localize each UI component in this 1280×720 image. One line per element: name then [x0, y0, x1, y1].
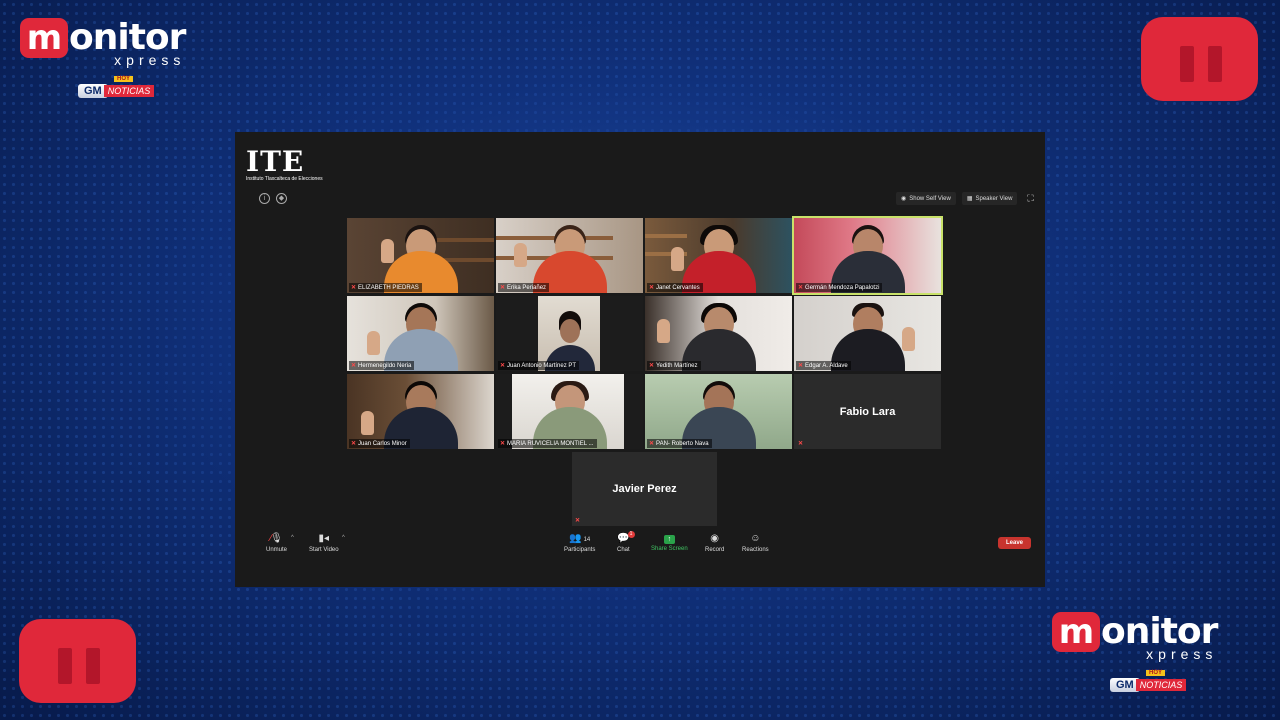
chevron-up-icon[interactable]: ^	[342, 535, 345, 541]
video-off-icon: ▮◂	[318, 533, 330, 544]
mic-off-icon: ✕	[351, 285, 357, 291]
mic-off-icon: ✕	[351, 363, 357, 369]
mic-muted-icon: 🎙 ⁄	[270, 533, 283, 544]
participant-tile[interactable]: ✕ Yedith Martínez	[645, 296, 792, 371]
leave-button[interactable]: Leave	[998, 537, 1032, 549]
chevron-up-icon[interactable]: ^	[291, 535, 294, 541]
meeting-info-icons: i ◆	[259, 193, 287, 204]
mic-off-icon: ✕	[798, 441, 804, 447]
mic-off-icon: ✕	[649, 363, 655, 369]
mic-off-icon: ✕	[649, 441, 655, 447]
start-video-button[interactable]: ▮◂ Start Video	[309, 533, 339, 553]
participant-tile[interactable]: ✕ Erika Periañez	[496, 218, 643, 293]
reactions-button[interactable]: ☺ Reactions	[742, 533, 769, 553]
eye-icon: ◉	[901, 196, 907, 202]
record-icon: ◉	[710, 533, 720, 544]
mic-off-icon: ✕	[649, 285, 655, 291]
participant-grid: ✕ ELIZABETH PIEDRAS ✕ Erika Periañez ✕ Jane…	[347, 216, 943, 449]
participant-tile[interactable]: ✕ ELIZABETH PIEDRAS	[347, 218, 494, 293]
mic-off-icon: ✕	[575, 518, 581, 524]
mic-off-icon: ✕	[798, 285, 804, 291]
participants-icon: 👥 14	[569, 533, 591, 544]
m-logo-icon-top-right	[1141, 17, 1258, 101]
chat-icon: 💬 1	[617, 531, 635, 545]
chat-button[interactable]: 💬 1 Chat	[617, 531, 635, 553]
unmute-button[interactable]: 🎙 ⁄ Unmute	[266, 533, 287, 553]
participant-tile[interactable]: ✕ Edgar A. Aldave	[794, 296, 941, 371]
participant-tile-active[interactable]: ✕ Germán Mendoza Papalotzi	[792, 216, 943, 295]
show-self-view-button[interactable]: ◉ Show Self View	[896, 192, 956, 205]
participant-tile[interactable]: ✕ Janet Cervantes	[645, 218, 792, 293]
gm-noticias-badge-top: HOY GM NOTICIAS	[78, 76, 155, 98]
mic-off-icon: ✕	[351, 441, 357, 447]
fullscreen-icon[interactable]: ⛶	[1027, 193, 1033, 204]
share-screen-icon: ↑	[663, 535, 675, 544]
mic-off-icon: ✕	[500, 441, 506, 447]
participant-tile-no-video[interactable]: Fabio Lara ✕	[794, 374, 941, 449]
speaker-view-icon: ▦	[966, 196, 973, 202]
record-button[interactable]: ◉ Record	[705, 533, 724, 553]
brand-logo-bottom-right: m onitor xpress	[1052, 612, 1218, 662]
m-logo-icon-bottom-left	[19, 619, 136, 703]
reactions-icon: ☺	[750, 533, 761, 544]
info-icon[interactable]: i	[259, 193, 270, 204]
share-screen-button[interactable]: ↑ Share Screen	[651, 533, 688, 552]
participant-tile[interactable]: ✕ Hermenegildo Neria	[347, 296, 494, 371]
participant-tile[interactable]: ✕ MARIA RUVICELIA MONTIEL ...	[496, 374, 643, 449]
view-controls: ◉ Show Self View ▦ Speaker View ⛶	[896, 192, 1034, 205]
mic-off-icon: ✕	[798, 363, 804, 369]
participant-tile[interactable]: ✕ Juan Carlos Minor	[347, 374, 494, 449]
participant-tile[interactable]: ✕ Juan Antonio Martínez PT	[496, 296, 643, 371]
mic-off-icon: ✕	[500, 285, 506, 291]
participant-tile[interactable]: ✕ PAN- Roberto Nava	[645, 374, 792, 449]
gm-noticias-badge-bottom: HOY GM NOTICIAS	[1110, 670, 1187, 692]
participant-tile-no-video[interactable]: Javier Perez ✕	[572, 452, 717, 526]
speaker-view-button[interactable]: ▦ Speaker View	[961, 192, 1018, 205]
mic-off-icon: ✕	[500, 363, 506, 369]
participants-button[interactable]: 👥 14 Participants	[564, 533, 595, 553]
ite-logo: ITE Instituto Tlaxcalteca de Elecciones	[246, 145, 323, 183]
shield-icon[interactable]: ◆	[276, 193, 287, 204]
brand-logo-top-left: m onitor xpress	[20, 18, 186, 68]
